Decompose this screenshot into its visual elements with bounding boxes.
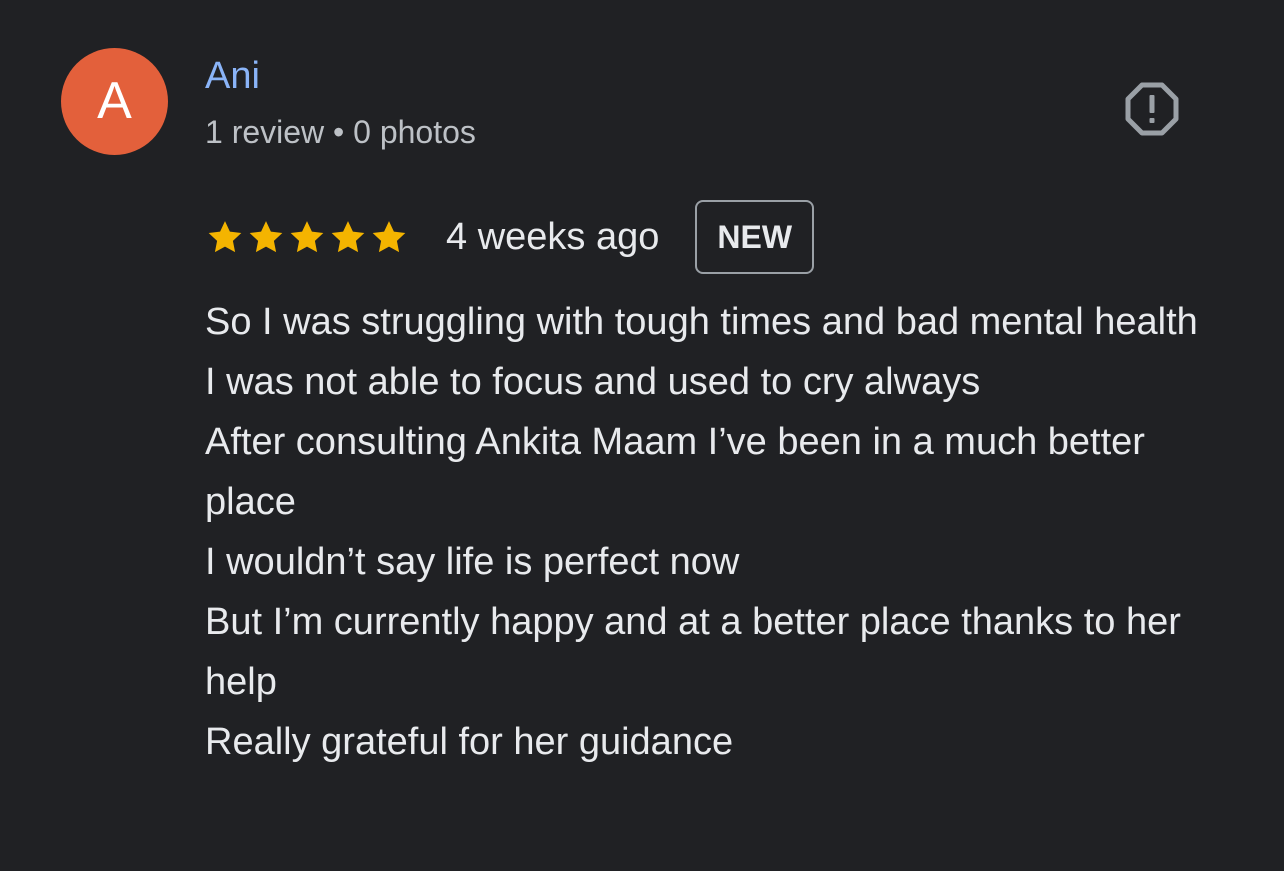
new-badge: NEW	[695, 200, 815, 274]
review-date: 4 weeks ago	[446, 215, 660, 258]
star-rating	[205, 217, 410, 257]
review-line: I was not able to focus and used to cry …	[205, 361, 981, 403]
review-line: Really grateful for her guidance	[205, 721, 734, 763]
review-line: But I’m currently happy and at a better …	[205, 601, 1181, 703]
star-icon	[369, 217, 409, 257]
author-review-count: 1 review • 0 photos	[205, 114, 476, 150]
report-octagon-icon	[1124, 81, 1180, 137]
star-icon	[328, 217, 368, 257]
review-line: I wouldn’t say life is perfect now	[205, 541, 740, 583]
star-icon	[287, 217, 327, 257]
star-icon	[246, 217, 286, 257]
author-name[interactable]: Ani	[205, 50, 260, 102]
review-line: So I was struggling with tough times and…	[205, 301, 1198, 343]
star-icon	[205, 217, 245, 257]
rating-row: 4 weeks ago NEW	[205, 200, 815, 274]
review-text: So I was struggling with tough times and…	[205, 292, 1245, 772]
avatar[interactable]: A	[61, 48, 168, 155]
review-line: After consulting Ankita Maam I’ve been i…	[205, 421, 1145, 523]
report-button[interactable]	[1124, 81, 1180, 137]
